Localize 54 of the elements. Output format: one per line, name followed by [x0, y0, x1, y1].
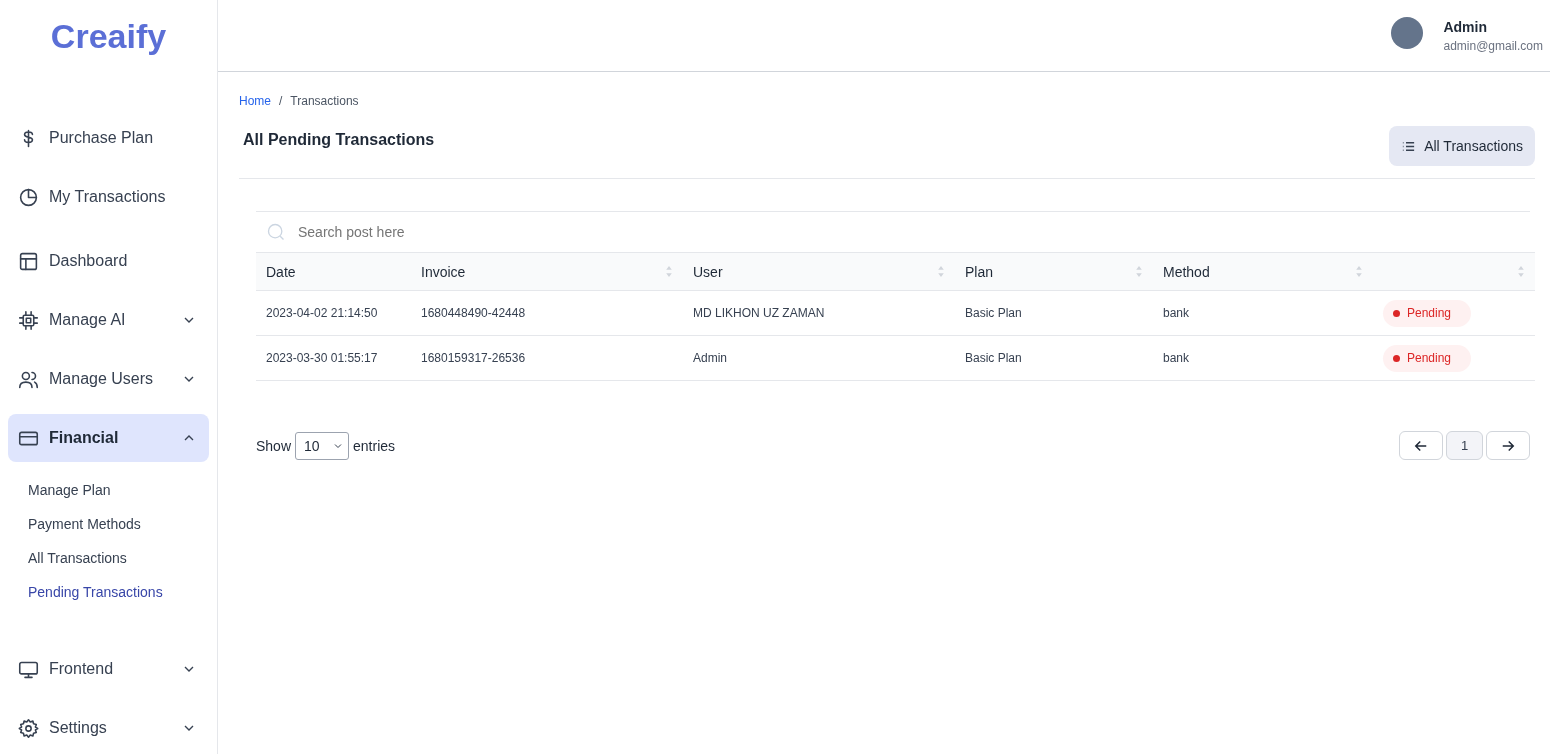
chip-icon: [18, 309, 39, 331]
table-cell: Basic Plan: [965, 306, 1022, 320]
table-cell: 1680159317-26536: [421, 351, 526, 365]
user-name: Admin: [1443, 18, 1488, 35]
all-transactions-button[interactable]: All Transactions: [1389, 126, 1535, 166]
submenu-item[interactable]: Manage Plan: [28, 473, 209, 507]
sidebar-item[interactable]: My Transactions: [8, 173, 209, 221]
next-page-button[interactable]: [1486, 431, 1530, 460]
entries-select[interactable]: 10: [295, 431, 350, 460]
avatar[interactable]: [1391, 16, 1424, 49]
column-header[interactable]: Invoice: [411, 252, 683, 291]
column-header[interactable]: Plan: [955, 252, 1153, 291]
search-icon: [266, 222, 286, 242]
table-cell: 2023-03-30 01:55:17: [266, 351, 378, 365]
table-cell: MD LIKHON UZ ZAMAN: [693, 306, 825, 320]
entries-label: entries: [353, 437, 396, 454]
sort-icon: [1135, 265, 1143, 278]
table-cell: bank: [1163, 306, 1190, 320]
table-cell: 2023-04-02 21:14:50: [266, 306, 378, 320]
breadcrumb-current: Transactions: [290, 94, 359, 108]
submenu-item[interactable]: All Transactions: [28, 541, 209, 575]
breadcrumb-separator: /: [279, 94, 283, 108]
column-header[interactable]: Method: [1153, 252, 1373, 291]
sidebar-item[interactable]: Financial: [8, 414, 209, 462]
status-badge: Pending: [1383, 299, 1472, 327]
submenu-item[interactable]: Pending Transactions: [28, 575, 209, 609]
user-email: admin@gmail.com: [1443, 38, 1543, 53]
status-badge: Pending: [1383, 344, 1472, 372]
brand-logo: Creaify: [49, 16, 168, 57]
layout-icon: [18, 250, 39, 272]
table-cell: bank: [1163, 351, 1190, 365]
submenu-item[interactable]: Payment Methods: [28, 507, 209, 541]
sidebar-item[interactable]: Frontend: [8, 645, 209, 693]
sidebar-item[interactable]: Settings: [8, 704, 209, 752]
page-number-button[interactable]: 1: [1446, 431, 1483, 460]
sort-icon: [1355, 265, 1363, 278]
sort-icon: [1517, 265, 1525, 278]
sidebar-item[interactable]: Manage AI: [8, 296, 209, 344]
sidebar-item[interactable]: Manage Users: [8, 355, 209, 403]
sidebar-item[interactable]: Purchase Plan: [8, 114, 209, 162]
entries-label: Show: [256, 437, 292, 454]
table-cell: Basic Plan: [965, 351, 1022, 365]
table-cell: 1680448490-42448: [421, 306, 526, 320]
sidebar-item[interactable]: Dashboard: [8, 237, 209, 285]
sort-icon: [937, 265, 945, 278]
table-cell: Admin: [693, 351, 727, 365]
page-title: All Pending Transactions: [243, 131, 435, 149]
previous-page-button[interactable]: [1399, 431, 1443, 460]
settings-icon: [18, 717, 39, 739]
breadcrumb-link[interactable]: Home: [239, 94, 271, 108]
sort-icon: [665, 265, 673, 278]
pie-chart-icon: [18, 186, 39, 208]
column-header[interactable]: Date: [256, 252, 411, 291]
column-header[interactable]: User: [683, 252, 955, 291]
